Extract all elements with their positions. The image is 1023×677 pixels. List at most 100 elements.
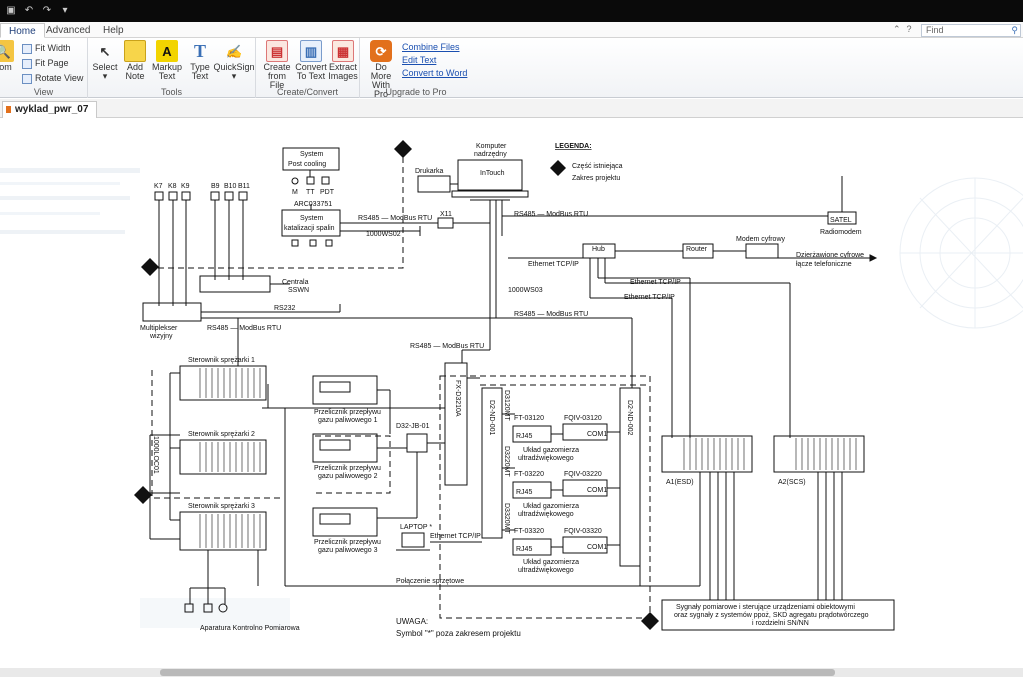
add-note-label-2: Note [125,71,145,81]
markup-text-button[interactable]: A Markup Text [150,40,184,81]
label-mux-1: Multiplekser [140,325,178,332]
label-signals-3: i rozdzielni SN/NN [752,620,809,627]
document-canvas[interactable]: Komputer nadrzędny InTouch Drukarka LEGE… [0,118,1023,668]
label-st2: Sterownik sprężarki 2 [188,431,255,438]
label-uklad2-1: Układ gazomierza [523,503,579,510]
undo-icon[interactable]: ↶ [22,3,36,17]
label-d3120: D3120MT [503,390,510,421]
label-flow1-2: gazu paliwowego 1 [318,417,378,424]
label-rs485-mux: RS485 — ModBus RTU [207,325,281,332]
label-intouch: InTouch [480,170,505,177]
label-pc-pdt: PDT [320,189,335,196]
horizontal-scrollbar[interactable] [0,668,1023,677]
diagram-labels: Komputer nadrzędny InTouch Drukarka LEGE… [140,143,869,638]
find-input[interactable]: Find ⚲ [921,24,1021,37]
label-ws03: 1000WS03 [508,287,543,294]
create-from-file-button[interactable]: ▤ Create from File [260,40,294,90]
label-nd002: D2-ND-002 [626,400,633,436]
type-t-icon: T [193,40,206,61]
zoom-label: oom [0,62,12,72]
domore-label-1: Do More [370,62,392,81]
select-button[interactable]: ↖ Select ▾ [88,40,122,81]
label-ft1: FT-03120 [514,415,544,422]
label-satel: SATEL [830,217,852,224]
group-label-view: View [33,87,54,97]
ribbon-tab-strip: Home Advanced Help ⌃ ? Find ⚲ [0,22,1023,38]
label-com1-2: COM1 [587,487,607,494]
zoom-button[interactable]: 🔍 oom [0,40,18,72]
chevron-down-icon[interactable]: ▾ [58,3,72,17]
cursor-icon: ↖ [99,43,111,59]
label-d3320: D3320MT [503,503,510,534]
add-note-button[interactable]: Add Note [118,40,152,81]
document-modified-icon [6,106,11,113]
redo-icon[interactable]: ↷ [40,3,54,17]
label-catalysis-2: katalizacji spalin [284,225,335,232]
label-fqiv1: FQIV-03120 [564,415,602,422]
label-signals-2: oraz sygnały z systemów ppoż, SKD agrega… [674,612,869,619]
combine-files-link[interactable]: Combine Files [402,42,460,52]
minimize-ribbon-icon[interactable]: ⌃ [893,24,901,35]
label-b9: B9 [211,183,220,190]
label-nd001: D2-ND-001 [488,400,495,436]
label-com1-3: COM1 [587,544,607,551]
label-post-cooling-1: System [300,151,324,158]
label-pc-m: M [292,189,298,196]
label-flow2-1: Przelicznik przepływu [314,465,381,472]
label-com1-1: COM1 [587,431,607,438]
fit-width-button[interactable]: Fit Width [22,41,71,55]
fit-page-label: Fit Page [35,58,69,68]
quicksign-button[interactable]: ✍ QuickSign ▾ [212,40,256,81]
find-placeholder: Find [926,25,944,35]
help-icon[interactable]: ? [907,24,912,35]
label-a1: A1(ESD) [666,479,694,486]
rotate-view-icon [22,73,32,84]
group-view: 🔍 oom Fit Width Fit Page Rotate View Vie… [0,38,88,98]
label-rj45-1: RJ45 [516,433,532,440]
label-flow2-2: gazu paliwowego 2 [318,473,378,480]
horizontal-scrollbar-thumb[interactable] [160,669,835,676]
label-rs232: RS232 [274,305,296,312]
convert-to-word-link[interactable]: Convert to Word [402,68,467,78]
label-flow1-1: Przelicznik przepływu [314,409,381,416]
network-diagram: Komputer nadrzędny InTouch Drukarka LEGE… [0,140,1023,638]
label-centrala-1: Centrala [282,279,309,286]
tab-advanced[interactable]: Advanced [38,23,98,38]
markup-label-2: Text [158,71,176,81]
label-k8: K8 [168,183,177,190]
extract-images-button[interactable]: ▦ Extract Images [326,40,360,81]
label-hub: Hub [592,246,605,253]
nitro-pro-icon: ⟳ [370,40,392,62]
label-computer-2: nadrzędny [474,151,507,158]
group-tools: ↖ Select ▾ Add Note A Markup Text T Type Tex… [88,38,256,98]
type-label-2: Text [191,71,209,81]
zoom-icon: 🔍 [0,40,14,62]
save-icon[interactable]: ▣ [4,3,18,17]
label-rs485-top: RS485 — ModBus RTU [514,211,588,218]
label-note-2: Symbol "*" poza zakresem projektu [396,629,521,638]
label-arc: ARC033751 [294,201,332,208]
label-flow3-1: Przelicznik przepływu [314,539,381,546]
label-centrala-2: SSWN [288,287,309,294]
group-label-create: Create/Convert [276,87,339,97]
label-rs485-fx: RS485 — ModBus RTU [410,343,484,350]
edit-text-link[interactable]: Edit Text [402,55,436,65]
label-uklad1-2: ultradźwiękowego [518,455,574,462]
convert-to-text-button[interactable]: ▥ Convert To Text [294,40,328,81]
search-icon[interactable]: ⚲ [1011,25,1018,36]
tab-help[interactable]: Help [95,23,132,38]
label-radiomodem: Radiomodem [820,229,862,236]
rotate-view-button[interactable]: Rotate View [22,71,83,85]
label-rs485-mid: RS485 — ModBus RTU [514,311,588,318]
label-rj45-3: RJ45 [516,546,532,553]
label-ft2: FT-03220 [514,471,544,478]
label-b11: B11 [238,183,250,190]
label-printer: Drukarka [415,168,444,175]
label-modem: Modem cyfrowy [736,236,786,243]
fit-width-icon [22,43,32,54]
document-tab[interactable]: wyklad_pwr_07 [2,101,98,118]
label-k7: K7 [154,183,163,190]
label-st1: Sterownik sprężarki 1 [188,357,255,364]
label-computer-1: Komputer [476,143,507,150]
fit-page-button[interactable]: Fit Page [22,56,69,70]
